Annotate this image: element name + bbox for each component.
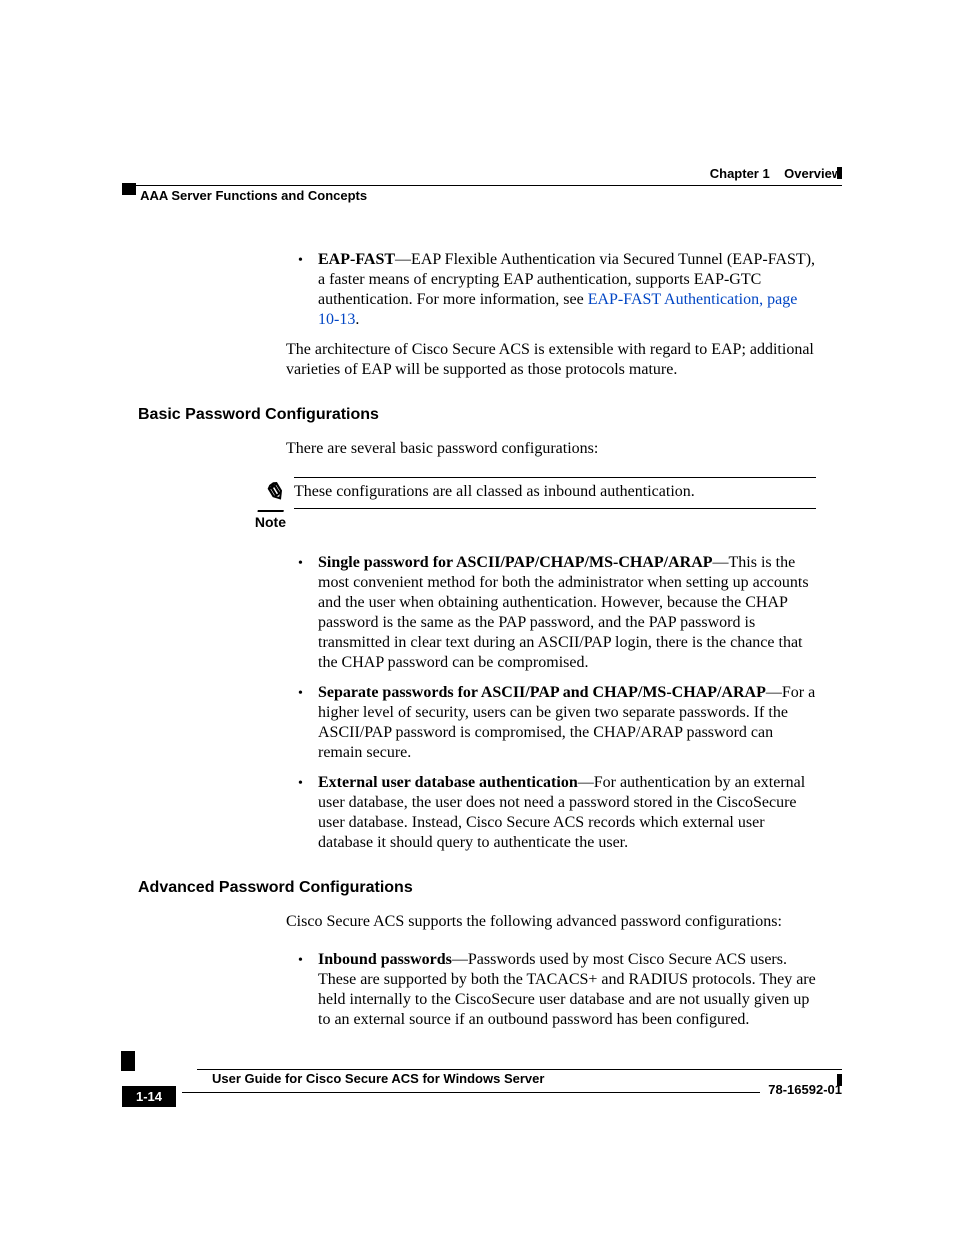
note-text: These configurations are all classed as … bbox=[294, 483, 695, 500]
heading-basic-password: Basic Password Configurations bbox=[138, 405, 816, 425]
header-chapter: Chapter 1 bbox=[710, 166, 770, 181]
footer-page-number: 1-14 bbox=[122, 1086, 176, 1107]
bullet-point-icon: • bbox=[298, 773, 318, 853]
page-content: • EAP-FAST—EAP Flexible Authentication v… bbox=[138, 250, 816, 1040]
footer-right-marker bbox=[837, 1074, 842, 1086]
bullet-point-icon: • bbox=[298, 250, 318, 330]
bullet-text: External user database authentication—Fo… bbox=[318, 773, 816, 853]
note-label: Note bbox=[228, 514, 286, 532]
header-right-marker bbox=[837, 167, 842, 179]
bullet-trail: . bbox=[355, 311, 359, 328]
header-section: AAA Server Functions and Concepts bbox=[140, 188, 367, 203]
paragraph: Cisco Secure ACS supports the following … bbox=[286, 912, 816, 932]
bullet-label: Inbound passwords bbox=[318, 951, 452, 968]
bullet-point-icon: • bbox=[298, 950, 318, 1030]
footer-left-marker bbox=[121, 1051, 135, 1071]
bullet-label: Single password for ASCII/PAP/CHAP/MS-CH… bbox=[318, 554, 713, 571]
bullet-item: • Separate passwords for ASCII/PAP and C… bbox=[298, 683, 816, 763]
paragraph: The architecture of Cisco Secure ACS is … bbox=[286, 340, 816, 380]
header-left-marker bbox=[122, 183, 136, 195]
header-title: Overview bbox=[784, 166, 842, 181]
note-block: ✎ Note These configurations are all clas… bbox=[228, 477, 816, 531]
bullet-item: • External user database authentication—… bbox=[298, 773, 816, 853]
bullet-text: Separate passwords for ASCII/PAP and CHA… bbox=[318, 683, 816, 763]
bullet-item: • EAP-FAST—EAP Flexible Authentication v… bbox=[298, 250, 816, 330]
bullet-item: • Inbound passwords—Passwords used by mo… bbox=[298, 950, 816, 1030]
bullet-point-icon: • bbox=[298, 553, 318, 673]
bullet-body: —This is the most convenient method for … bbox=[318, 554, 809, 671]
bullet-text: EAP-FAST—EAP Flexible Authentication via… bbox=[318, 250, 816, 330]
note-pencil-icon: ✎ bbox=[258, 477, 289, 512]
page-header: Chapter 1 Overview AAA Server Functions … bbox=[122, 166, 842, 203]
bullet-label: External user database authentication bbox=[318, 774, 578, 791]
bullet-text: Single password for ASCII/PAP/CHAP/MS-CH… bbox=[318, 553, 816, 673]
paragraph: There are several basic password configu… bbox=[286, 439, 816, 459]
bullet-item: • Single password for ASCII/PAP/CHAP/MS-… bbox=[298, 553, 816, 673]
bullet-text: Inbound passwords—Passwords used by most… bbox=[318, 950, 816, 1030]
bullet-point-icon: • bbox=[298, 683, 318, 763]
bullet-label: EAP-FAST bbox=[318, 251, 395, 268]
footer-guide-title: User Guide for Cisco Secure ACS for Wind… bbox=[212, 1071, 842, 1086]
page-footer: User Guide for Cisco Secure ACS for Wind… bbox=[122, 1069, 842, 1107]
heading-advanced-password: Advanced Password Configurations bbox=[138, 878, 816, 898]
bullet-label: Separate passwords for ASCII/PAP and CHA… bbox=[318, 684, 766, 701]
footer-doc-number: 78-16592-01 bbox=[760, 1082, 842, 1097]
